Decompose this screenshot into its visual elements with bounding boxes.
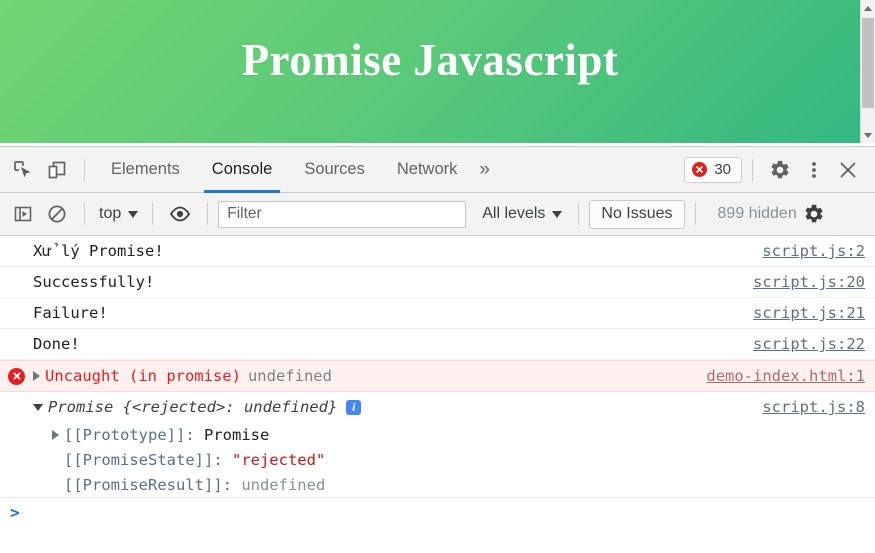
execution-context-label: top bbox=[99, 205, 122, 222]
object-property-row[interactable]: [[Prototype]] : Promise bbox=[0, 422, 875, 447]
console-error-row[interactable]: Uncaught (in promise) undefined demo-ind… bbox=[0, 360, 875, 392]
more-tabs-label: » bbox=[479, 158, 490, 180]
console-toolbar-divider-5 bbox=[694, 203, 696, 225]
inspect-element-icon[interactable] bbox=[6, 153, 40, 187]
console-sidebar-icon[interactable] bbox=[6, 197, 40, 231]
source-link[interactable]: script.js:20 bbox=[753, 273, 865, 291]
live-expression-eye-icon[interactable] bbox=[163, 197, 197, 231]
tab-elements-label: Elements bbox=[111, 160, 180, 178]
devtools-tabbar: Elements Console Sources Network » 30 bbox=[0, 147, 875, 193]
object-property-row[interactable]: [[PromiseResult]] : undefined bbox=[0, 472, 875, 497]
tab-sources[interactable]: Sources bbox=[288, 147, 381, 193]
console-message-row[interactable]: Successfully! script.js:20 bbox=[0, 267, 875, 298]
hidden-messages-label: 899 hidden bbox=[717, 205, 797, 222]
console-input-prompt[interactable]: > bbox=[0, 497, 875, 528]
console-toolbar: top All levels No Issues 899 hidden bbox=[0, 193, 875, 236]
scroll-down-arrow-icon[interactable] bbox=[861, 127, 875, 143]
property-value: "rejected" bbox=[231, 450, 326, 469]
collapse-arrow-down-icon[interactable] bbox=[33, 403, 43, 411]
devtools-tab-list: Elements Console Sources Network bbox=[95, 147, 473, 193]
error-icon bbox=[0, 367, 33, 385]
page-hero-banner: Promise Javascript bbox=[0, 0, 860, 143]
console-toolbar-divider-2 bbox=[152, 203, 154, 225]
console-toolbar-divider-1 bbox=[84, 203, 85, 225]
page-title: Promise Javascript bbox=[241, 35, 619, 85]
object-tree-header-row[interactable]: Promise {<rejected>: undefined} i script… bbox=[0, 392, 875, 422]
property-separator: : bbox=[185, 425, 204, 444]
console-toolbar-divider-4 bbox=[578, 203, 580, 225]
tab-elements[interactable]: Elements bbox=[95, 147, 196, 193]
console-message-text: Successfully! bbox=[33, 273, 155, 291]
more-tabs-chevron-icon[interactable]: » bbox=[473, 159, 500, 181]
kebab-menu-icon[interactable] bbox=[797, 153, 831, 187]
log-levels-label: All levels bbox=[482, 205, 546, 222]
property-value: undefined bbox=[241, 475, 326, 494]
console-message-text: Done! bbox=[33, 335, 80, 353]
console-error-value: undefined bbox=[247, 367, 332, 385]
property-separator: : bbox=[222, 475, 242, 494]
property-value: Promise bbox=[204, 425, 270, 444]
console-toolbar-divider-3 bbox=[207, 203, 209, 225]
object-preview-label: {<rejected>: undefined} bbox=[122, 398, 338, 416]
tab-sources-label: Sources bbox=[304, 160, 365, 178]
scroll-up-arrow-icon[interactable] bbox=[861, 0, 875, 16]
property-name: [[PromiseResult]] bbox=[64, 475, 223, 494]
prompt-chevron-icon: > bbox=[10, 503, 20, 522]
property-name: [[PromiseState]] bbox=[64, 450, 214, 469]
close-icon[interactable] bbox=[831, 153, 865, 187]
expand-arrow-right-icon[interactable] bbox=[52, 429, 59, 440]
gear-icon[interactable] bbox=[763, 153, 797, 187]
chevron-down-icon bbox=[552, 210, 563, 218]
execution-context-dropdown[interactable]: top bbox=[95, 205, 142, 223]
source-link[interactable]: script.js:21 bbox=[753, 304, 865, 322]
page-viewport: Promise Javascript bbox=[0, 0, 875, 146]
object-type-label: Promise bbox=[48, 398, 123, 416]
console-settings-gear-icon[interactable] bbox=[797, 197, 831, 231]
devtools-panel: Elements Console Sources Network » 30 to… bbox=[0, 146, 875, 553]
console-error-message: Uncaught (in promise) bbox=[45, 367, 241, 385]
issues-button[interactable]: No Issues bbox=[589, 199, 685, 229]
console-message-text: Failure! bbox=[33, 304, 108, 322]
console-message-list[interactable]: Xử lý Promise! script.js:2 Successfully!… bbox=[0, 236, 875, 553]
error-count-badge[interactable]: 30 bbox=[684, 156, 742, 183]
property-separator: : bbox=[213, 450, 232, 469]
error-count-label: 30 bbox=[714, 161, 731, 178]
source-link[interactable]: script.js:22 bbox=[753, 335, 865, 353]
source-link[interactable]: demo-index.html:1 bbox=[706, 367, 865, 385]
toolbar-divider bbox=[84, 158, 85, 181]
console-message-row[interactable]: Xử lý Promise! script.js:2 bbox=[0, 236, 875, 267]
source-link[interactable]: script.js:8 bbox=[762, 398, 865, 416]
log-levels-dropdown[interactable]: All levels bbox=[476, 205, 568, 223]
clear-console-icon[interactable] bbox=[40, 197, 74, 231]
object-property-row[interactable]: [[PromiseState]] : "rejected" bbox=[0, 447, 875, 472]
console-message-row[interactable]: Done! script.js:22 bbox=[0, 329, 875, 360]
tab-console[interactable]: Console bbox=[196, 147, 289, 193]
device-toolbar-icon[interactable] bbox=[40, 153, 74, 187]
filter-input[interactable] bbox=[218, 200, 467, 228]
tabbar-right-divider bbox=[752, 158, 753, 181]
tab-network[interactable]: Network bbox=[381, 147, 474, 193]
console-message-text: Xử lý Promise! bbox=[33, 242, 164, 260]
property-name: [[Prototype]] bbox=[64, 425, 186, 444]
tab-console-label: Console bbox=[211, 160, 273, 178]
console-message-row[interactable]: Failure! script.js:21 bbox=[0, 298, 875, 329]
tab-network-label: Network bbox=[396, 160, 458, 178]
source-link[interactable]: script.js:2 bbox=[762, 242, 865, 260]
error-icon bbox=[692, 162, 708, 177]
scrollbar-thumb[interactable] bbox=[862, 18, 874, 108]
expand-arrow-right-icon[interactable] bbox=[33, 371, 40, 381]
issues-button-label: No Issues bbox=[601, 205, 673, 222]
page-scrollbar[interactable] bbox=[860, 0, 875, 143]
info-icon[interactable]: i bbox=[346, 399, 362, 415]
chevron-down-icon bbox=[128, 210, 139, 218]
